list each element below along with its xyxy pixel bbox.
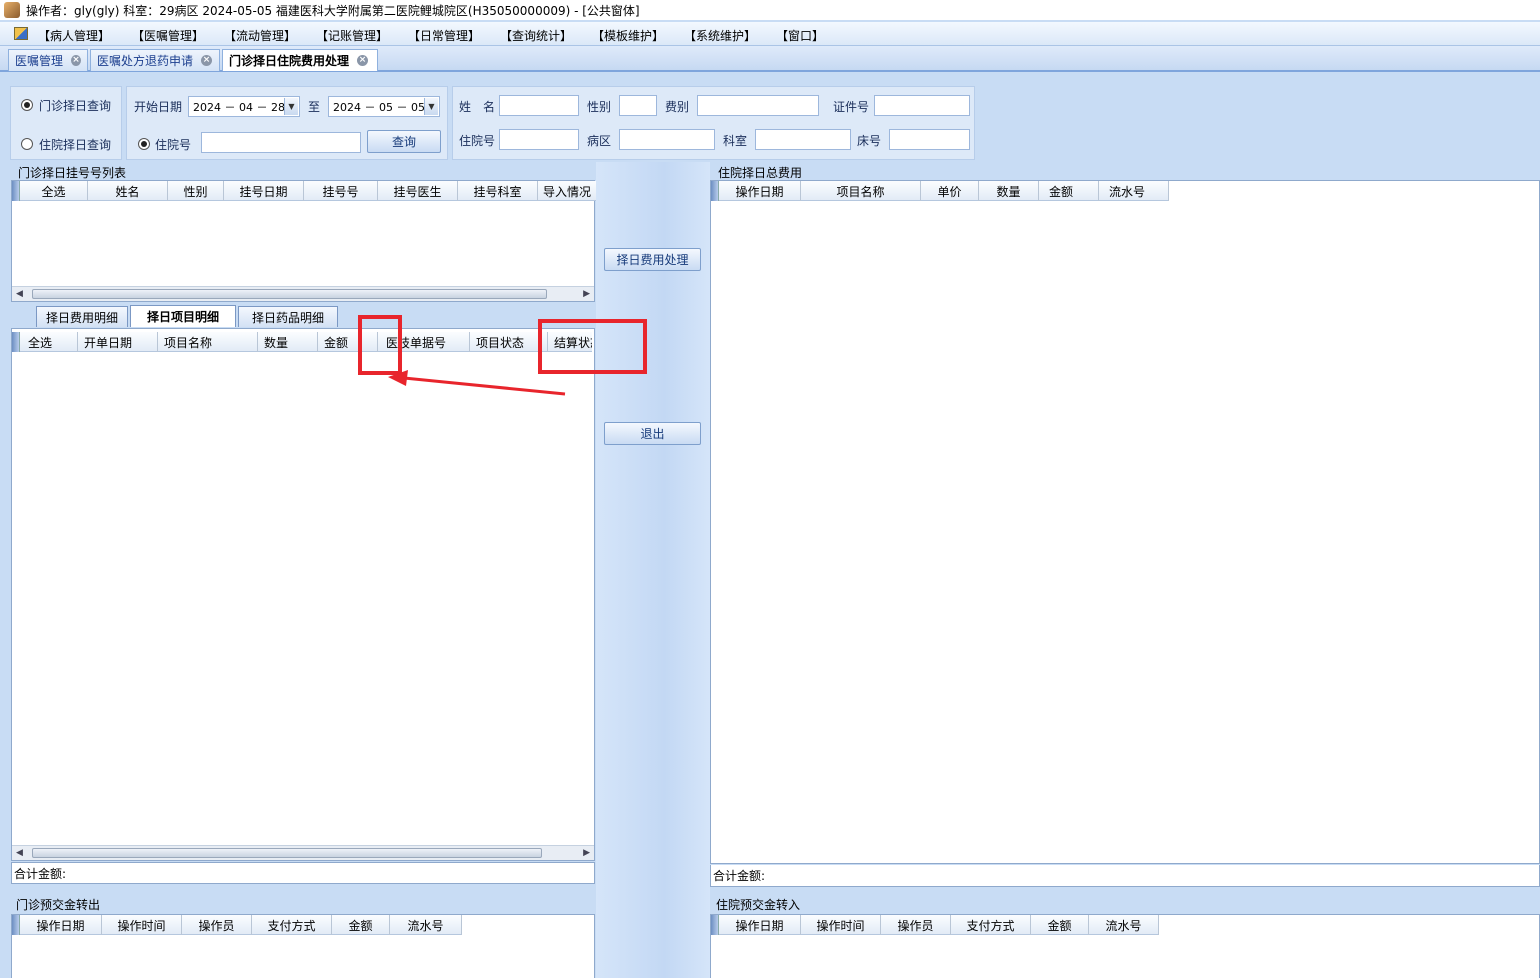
annotation-arrow-line: [403, 376, 566, 396]
annotation-box-small: [358, 315, 402, 375]
annotation-box-large: [538, 319, 647, 374]
annotation-overlay: [358, 315, 647, 396]
